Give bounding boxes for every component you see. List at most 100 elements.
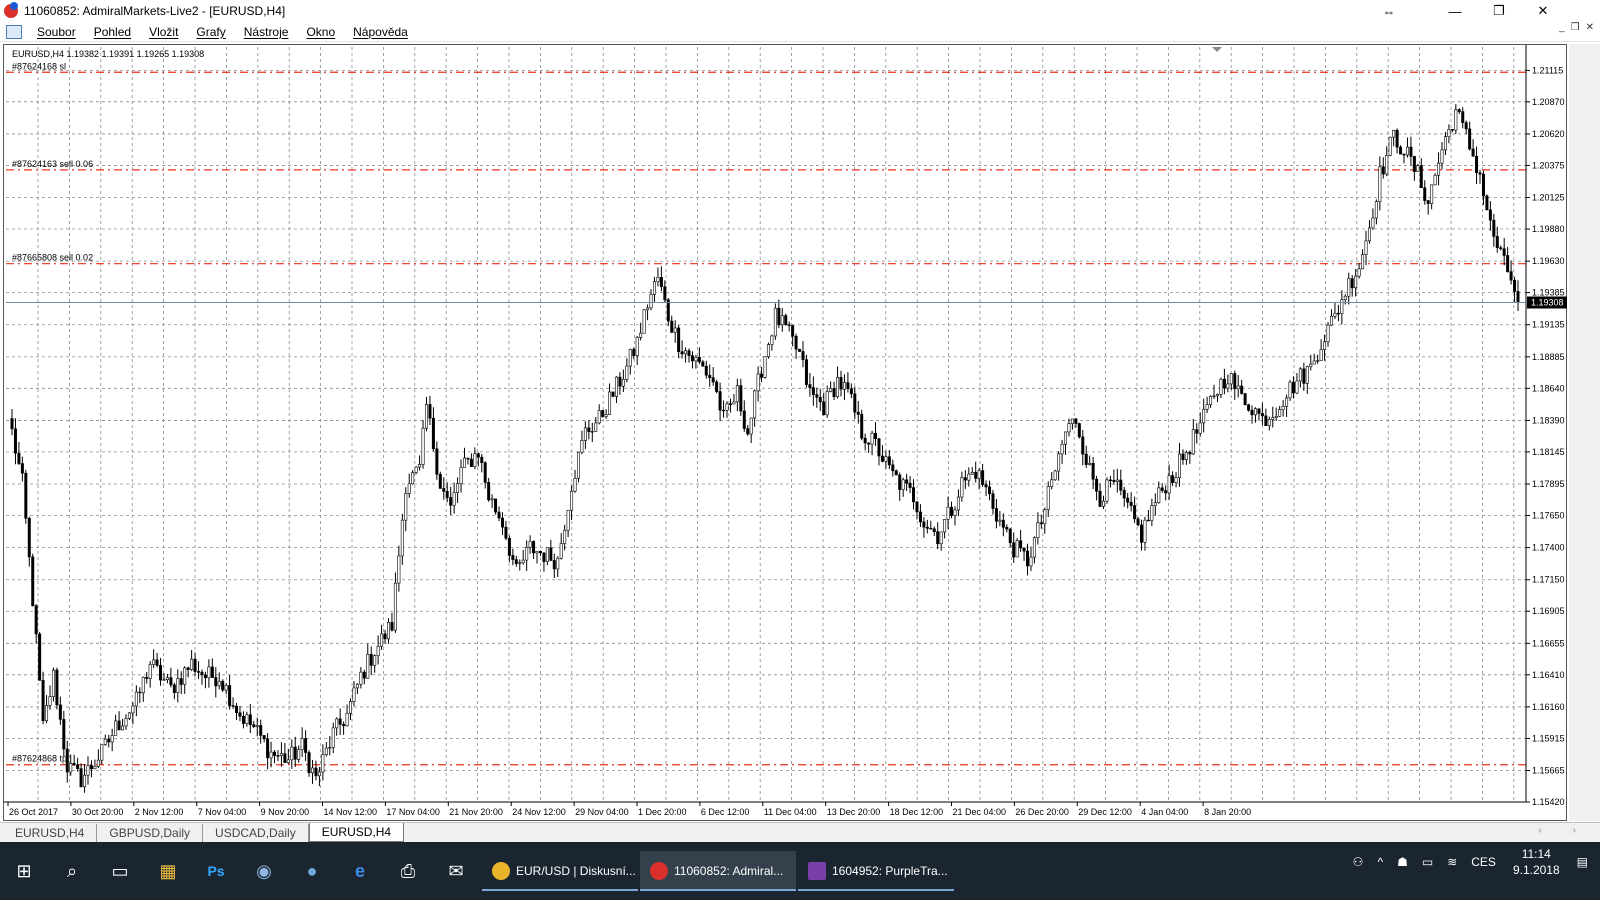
candle — [1119, 469, 1123, 496]
candle-body — [1057, 453, 1061, 472]
candle — [880, 445, 884, 463]
candle-body — [103, 738, 107, 745]
candle-body — [1136, 518, 1140, 526]
candle-body — [950, 506, 954, 516]
candle-body — [48, 696, 52, 706]
candle — [991, 489, 995, 515]
candle — [1070, 418, 1074, 430]
candle-body — [511, 555, 515, 560]
order-line-label: #87665808 sell 0.02 — [12, 253, 93, 263]
restore-button[interactable]: ❐ — [1476, 0, 1522, 22]
candle — [825, 385, 829, 418]
candle-body — [1077, 423, 1081, 438]
menu-window[interactable]: Okno — [297, 25, 344, 39]
chart-shift-marker[interactable] — [1212, 47, 1222, 52]
candle-body — [1288, 381, 1292, 399]
notifications-icon[interactable]: ▤ — [1577, 855, 1588, 869]
clock-date: 9.1.2018 — [1512, 863, 1560, 877]
candle-body — [1309, 363, 1313, 368]
candle — [407, 473, 411, 498]
candle — [1177, 442, 1181, 487]
mail-icon[interactable]: ✉ — [432, 851, 480, 891]
candle — [1226, 374, 1230, 393]
wifi-icon[interactable]: ≋ — [1447, 855, 1457, 869]
candle-body — [856, 411, 860, 415]
candle-body — [891, 464, 895, 472]
candle — [545, 547, 549, 566]
candlestick-chart[interactable]: #87624168 sl #87624163 sell 0.06 #87665808… — [4, 45, 1568, 822]
candle-body — [1354, 275, 1358, 289]
tab-scroll-arrows[interactable]: ‹ › — [1539, 825, 1590, 836]
candle — [1122, 486, 1126, 507]
taskbar-app-chrome[interactable]: EUR/USD | Diskusní... — [482, 851, 638, 891]
candle-body — [1029, 556, 1033, 567]
taskbar-app-metatrader[interactable]: 11060852: Admiral... — [640, 851, 796, 891]
candle-body — [159, 664, 163, 681]
tab-eurusd-h4[interactable]: EURUSD,H4 — [3, 824, 98, 842]
clock[interactable]: 11:14 9.1.2018 — [1513, 846, 1560, 878]
mdi-close-icon[interactable]: ✕ — [1586, 22, 1594, 33]
menu-file[interactable]: Soubor — [28, 25, 85, 39]
candle-body — [1243, 393, 1247, 406]
mdi-minimize-icon[interactable]: _ — [1559, 22, 1565, 33]
candle-body — [1112, 480, 1116, 482]
app-tray-icon[interactable]: ☗ — [1397, 855, 1408, 869]
candle-body — [898, 474, 902, 490]
battery-icon[interactable]: ▭ — [1422, 855, 1433, 869]
candle-body — [566, 509, 570, 531]
menu-view[interactable]: Pohled — [85, 25, 140, 39]
candle — [1419, 158, 1423, 189]
menu-help[interactable]: Nápověda — [344, 25, 417, 39]
tab-eurusd-h4-active[interactable]: EURUSD,H4 — [308, 823, 405, 842]
tab-usdcad-daily[interactable]: USDCAD,Daily — [203, 824, 309, 842]
candle-body — [500, 517, 504, 528]
chart-window-icon[interactable] — [6, 24, 22, 39]
tab-gbpusd-daily[interactable]: GBPUSD,Daily — [97, 824, 204, 842]
candle — [1488, 201, 1492, 231]
candle-body — [1070, 418, 1074, 424]
close-button[interactable]: ✕ — [1520, 0, 1566, 22]
candle-body — [946, 506, 950, 520]
mdi-restore-icon[interactable]: ❐ — [1571, 22, 1580, 33]
candle-body — [1323, 341, 1327, 350]
edge-icon[interactable]: e — [336, 851, 384, 891]
candle — [1053, 469, 1057, 481]
thunderbird-icon[interactable]: ◉ — [240, 851, 288, 891]
store-icon[interactable]: ▦ — [144, 851, 192, 891]
candle — [918, 504, 922, 528]
language-indicator[interactable]: CES — [1471, 855, 1496, 869]
minimize-button[interactable]: — — [1432, 0, 1478, 22]
candle-body — [794, 335, 798, 350]
candle — [956, 489, 960, 517]
candle — [1108, 475, 1112, 488]
taskbar-app-purpletrading[interactable]: 1604952: PurpleTra... — [798, 851, 954, 891]
windows-start-icon[interactable]: ⊞ — [0, 851, 48, 891]
candle — [1347, 272, 1351, 305]
candle-body — [424, 404, 428, 429]
candle — [352, 680, 356, 707]
printer-icon[interactable]: ⎙ — [384, 851, 432, 891]
menu-tools[interactable]: Nástroje — [235, 25, 298, 39]
candle — [1250, 405, 1254, 424]
people-icon[interactable]: ⚇ — [1353, 855, 1364, 869]
menu-insert[interactable]: Vložit — [140, 25, 187, 39]
candle-body — [905, 479, 909, 484]
candle-body — [200, 671, 204, 676]
candle-body — [697, 356, 701, 363]
candle — [376, 635, 380, 665]
candle-body — [1257, 408, 1261, 414]
search-icon[interactable]: ⌕ — [48, 851, 96, 891]
candle-body — [221, 680, 225, 691]
candle-body — [34, 605, 38, 635]
candle-body — [1171, 475, 1175, 483]
task-view-icon[interactable]: ▭ — [96, 851, 144, 891]
candle — [728, 398, 732, 413]
menu-charts[interactable]: Grafy — [187, 25, 234, 39]
resize-icon[interactable]: ⇔ — [1366, 0, 1412, 22]
candle-body — [1209, 396, 1213, 405]
tray-chevron-icon[interactable]: ^ — [1377, 855, 1383, 869]
photoshop-icon[interactable]: Ps — [192, 851, 240, 891]
kodi-icon[interactable]: ● — [288, 851, 336, 891]
chart-window[interactable]: #87624168 sl #87624163 sell 0.06 #87665808… — [3, 44, 1567, 821]
candle-body — [1195, 429, 1199, 434]
